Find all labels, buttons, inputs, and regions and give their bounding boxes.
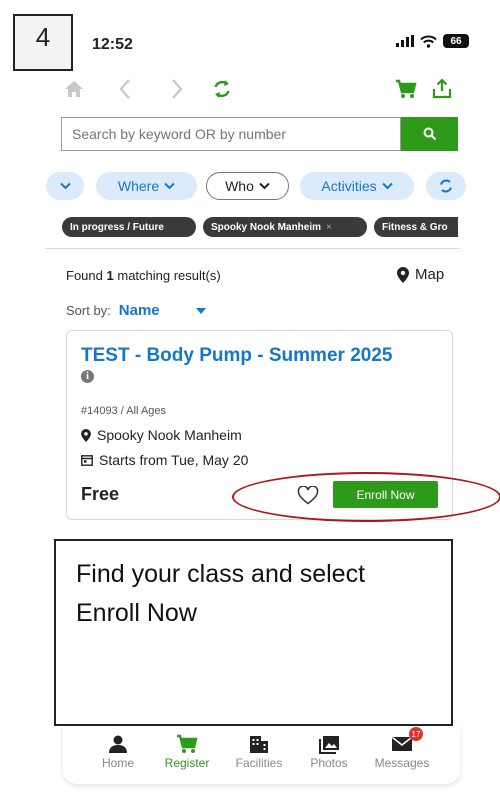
map-label: Map [415, 266, 445, 283]
filter-where-label: Where [117, 178, 160, 194]
nav-messages-label: Messages [374, 756, 430, 770]
search-icon [423, 127, 436, 141]
nav-facilities[interactable]: Facilities [224, 732, 294, 770]
nav-home[interactable]: Home [83, 732, 153, 770]
activity-start-date: Starts from Tue, May 20 [81, 452, 248, 468]
calendar-icon [81, 455, 93, 466]
chevron-down-icon [259, 182, 270, 190]
nav-messages[interactable]: 17 Messages [367, 727, 437, 770]
message-count-badge: 17 [409, 727, 423, 741]
sort-label: Sort by: [66, 303, 111, 318]
map-pin-icon [81, 428, 91, 442]
filter-tag-status[interactable]: In progress / Future [62, 217, 196, 237]
step-number-box: 4 [13, 14, 73, 71]
filter-chip-previous[interactable] [46, 172, 84, 200]
nav-photos-label: Photos [310, 756, 348, 770]
refresh-icon[interactable] [212, 79, 232, 99]
filter-tag-category[interactable]: Fitness & Gro [374, 217, 458, 237]
filter-activities-label: Activities [321, 178, 377, 194]
battery-icon: 66 [443, 34, 469, 48]
start-date-label: Starts from Tue, May 20 [99, 452, 249, 468]
nav-facilities-label: Facilities [235, 756, 283, 770]
map-pin-icon [397, 266, 409, 283]
caret-down-icon [195, 307, 206, 314]
instruction-callout: Find your class and select Enroll Now [54, 539, 453, 726]
sort-value: Name [118, 302, 160, 319]
results-number: 1 [106, 268, 114, 283]
results-prefix: Found [66, 268, 103, 283]
forward-chevron-icon[interactable] [170, 78, 184, 100]
search-input[interactable] [61, 117, 401, 151]
reset-icon [440, 179, 452, 193]
activity-meta: #14093 / All Ages [81, 405, 167, 417]
search-button[interactable] [401, 117, 458, 151]
divider [45, 248, 460, 249]
filter-who-label: Who [225, 178, 254, 194]
status-icons: 66 [396, 34, 469, 48]
filter-tag-label: In progress / Future [70, 221, 164, 233]
activity-title[interactable]: TEST - Body Pump - Summer 2025 [81, 344, 441, 368]
map-button[interactable]: Map [397, 266, 444, 283]
cart-icon[interactable] [395, 79, 417, 99]
status-time: 12:52 [92, 36, 133, 53]
filter-where-button[interactable]: Where [96, 172, 197, 200]
filter-tag-label: Spooky Nook Manheim [211, 221, 322, 233]
results-count: Found 1 matching result(s) [66, 268, 221, 283]
filter-tag-location[interactable]: Spooky Nook Manheim × [203, 217, 367, 237]
chevron-down-icon [59, 182, 71, 190]
share-icon[interactable] [432, 78, 452, 99]
info-icon[interactable]: i [81, 370, 94, 383]
nav-register[interactable]: Register [152, 732, 222, 770]
chevron-down-icon [164, 182, 175, 190]
nav-home-label: Home [101, 756, 134, 770]
filter-reset-button[interactable] [426, 172, 466, 200]
chevron-down-icon [381, 182, 393, 190]
photos-icon [318, 735, 339, 754]
building-icon [250, 736, 268, 753]
highlight-circle [232, 472, 500, 522]
activity-location: Spooky Nook Manheim [81, 427, 242, 443]
step-number: 4 [35, 22, 51, 52]
location-label: Spooky Nook Manheim [97, 427, 242, 443]
filter-activities-button[interactable]: Activities [300, 172, 414, 200]
person-icon [109, 735, 127, 753]
wifi-icon [420, 35, 437, 48]
cart-icon [177, 734, 198, 753]
filter-tag-label: Fitness & Gro [382, 221, 448, 233]
signal-icon [396, 35, 414, 47]
filter-who-button[interactable]: Who [206, 172, 289, 200]
nav-photos[interactable]: Photos [294, 732, 364, 770]
nav-register-label: Register [164, 756, 210, 770]
results-suffix: matching result(s) [117, 268, 221, 283]
close-icon[interactable]: × [326, 222, 332, 233]
activity-price: Free [81, 484, 120, 504]
sort-control[interactable]: Sort by: Name [66, 302, 206, 319]
back-chevron-icon[interactable] [118, 78, 132, 100]
home-icon[interactable] [64, 80, 84, 98]
